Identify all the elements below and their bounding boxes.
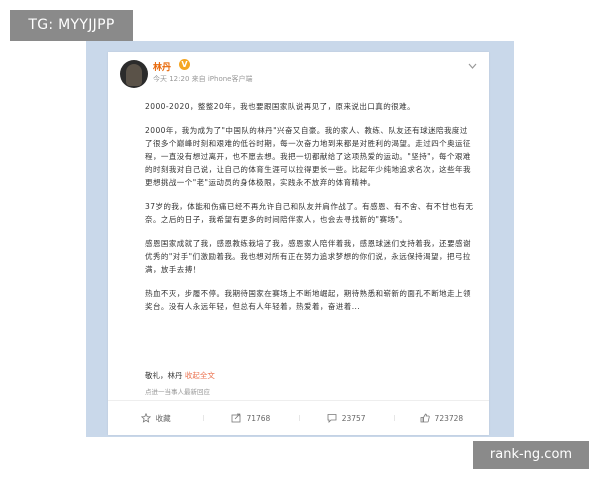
favorite-label: 收藏: [155, 413, 171, 423]
tg-label: TG: MYYJJPP: [10, 10, 133, 41]
verified-vip-icon: V: [179, 59, 190, 70]
author-name[interactable]: 林丹: [153, 60, 171, 73]
like-button[interactable]: 723728: [393, 413, 489, 423]
post-content: 2000-2020，整整20年，我也要跟国家队说再见了，原来说出口真的很难。 2…: [145, 100, 475, 322]
like-icon: [420, 413, 430, 423]
post-paragraph: 2000-2020，整整20年，我也要跟国家队说再见了，原来说出口真的很难。: [145, 102, 416, 111]
weibo-post-card: 林丹 V 今天 12:20 来自 iPhone客户端 2000-2020，整整2…: [108, 52, 489, 435]
share-icon: [231, 413, 241, 423]
comment-icon: [327, 413, 337, 423]
post-paragraph: 37岁的我，体能和伤痛已经不再允许自己和队友并肩作战了。有感恩、有不舍、有不甘也…: [145, 202, 474, 224]
share-count: 71768: [246, 413, 271, 423]
post-actions: 收藏 71768 23757 723728: [108, 401, 489, 435]
comment-button[interactable]: 23757: [298, 413, 394, 423]
avatar[interactable]: [120, 60, 148, 88]
post-paragraph: 感恩国家成就了我，感恩教练栽培了我，感恩家人陪伴着我，感恩球迷们支持着我，还要感…: [145, 239, 471, 274]
post-paragraph: 热血不灭，步履不停。我期待国家在赛场上不断地崛起，期待熟悉和崭新的面孔不断地走上…: [145, 289, 471, 311]
signoff-row: 敬礼，林丹 收起全文: [145, 370, 215, 381]
signoff-text: 敬礼，林丹: [145, 371, 183, 380]
watermark-label: rank-ng.com: [473, 441, 589, 469]
like-count: 723728: [434, 413, 464, 423]
post-meta: 今天 12:20 来自 iPhone客户端: [153, 75, 253, 83]
chevron-down-icon[interactable]: [468, 62, 477, 72]
latest-response-note[interactable]: 点进一当事人最新回应: [145, 386, 210, 396]
note-text[interactable]: 点进一当事人最新回应: [145, 388, 210, 396]
favorite-button[interactable]: 收藏: [108, 413, 203, 424]
collapse-link[interactable]: 收起全文: [185, 371, 215, 380]
comment-count: 23757: [341, 413, 366, 423]
star-icon: [140, 413, 151, 423]
share-button[interactable]: 71768: [203, 413, 298, 423]
post-paragraph: 2000年，我为成为了"中国队的林丹"兴奋又自豪。我的家人、教练、队友还有球迷陪…: [145, 126, 471, 187]
